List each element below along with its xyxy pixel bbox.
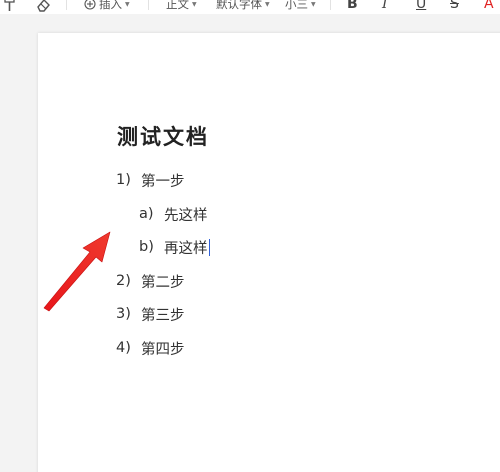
list-item-text: 第三步 — [141, 307, 185, 324]
strikethrough-icon: S — [450, 0, 459, 12]
toolbar-divider — [66, 0, 67, 10]
list-item[interactable]: 2) 第二步 — [116, 271, 185, 291]
list-item-text: 先这样 — [164, 207, 208, 224]
italic-button[interactable]: I — [382, 0, 388, 14]
italic-icon: I — [382, 0, 388, 12]
insert-label: 插入 — [99, 0, 122, 11]
list-marker: 1) — [116, 172, 131, 188]
list-item-text: 第一步 — [141, 173, 185, 190]
bold-icon: B — [347, 0, 358, 12]
paragraph-style-label: 正文 — [166, 0, 189, 11]
chevron-down-icon: ▼ — [311, 0, 316, 8]
chevron-down-icon: ▼ — [265, 0, 270, 8]
list-item-text: 第二步 — [141, 274, 185, 291]
paragraph-style-select[interactable]: 正文 ▼ — [166, 0, 197, 14]
list-item-text: 再这样 — [164, 240, 208, 257]
editor-window: 插入 ▼ 正文 ▼ 默认字体 ▼ 小三 ▼ B I U S A 测试文档 1) … — [0, 0, 500, 472]
font-color-button[interactable]: A — [484, 0, 494, 14]
font-size-select[interactable]: 小三 ▼ — [285, 0, 316, 14]
insert-menu-button[interactable]: 插入 ▼ — [84, 0, 130, 14]
document-title[interactable]: 测试文档 — [117, 121, 209, 151]
plus-circle-icon — [84, 0, 96, 10]
list-item[interactable]: 3) 第三步 — [116, 304, 185, 324]
font-family-label: 默认字体 — [216, 0, 262, 11]
strikethrough-button[interactable]: S — [450, 0, 459, 14]
list-marker: 3) — [116, 306, 131, 322]
clear-format-button[interactable] — [36, 0, 50, 14]
format-painter-icon — [4, 0, 15, 11]
list-marker: a) — [139, 206, 154, 222]
font-size-label: 小三 — [285, 0, 308, 11]
list-item[interactable]: 4) 第四步 — [116, 338, 185, 358]
bold-button[interactable]: B — [347, 0, 358, 14]
list-item[interactable]: b) 再这样 — [139, 237, 210, 257]
underline-button[interactable]: U — [416, 0, 426, 14]
eraser-icon — [37, 0, 50, 12]
font-color-icon: A — [484, 0, 494, 12]
toolbar-divider — [330, 0, 331, 10]
chevron-down-icon: ▼ — [192, 0, 197, 8]
toolbar-divider — [148, 0, 149, 10]
list-marker: 2) — [116, 273, 131, 289]
underline-icon: U — [416, 0, 427, 12]
list-item-text: 第四步 — [141, 341, 185, 358]
chevron-down-icon: ▼ — [125, 0, 130, 8]
formatting-toolbar: 插入 ▼ 正文 ▼ 默认字体 ▼ 小三 ▼ B I U S A — [0, 0, 500, 14]
font-family-select[interactable]: 默认字体 ▼ — [216, 0, 270, 14]
list-item[interactable]: a) 先这样 — [139, 204, 208, 224]
list-marker: b) — [139, 239, 154, 255]
format-painter-button[interactable] — [4, 0, 16, 14]
list-item[interactable]: 1) 第一步 — [116, 170, 185, 190]
text-cursor — [208, 238, 210, 256]
list-marker: 4) — [116, 340, 131, 356]
document-page[interactable] — [38, 33, 500, 472]
